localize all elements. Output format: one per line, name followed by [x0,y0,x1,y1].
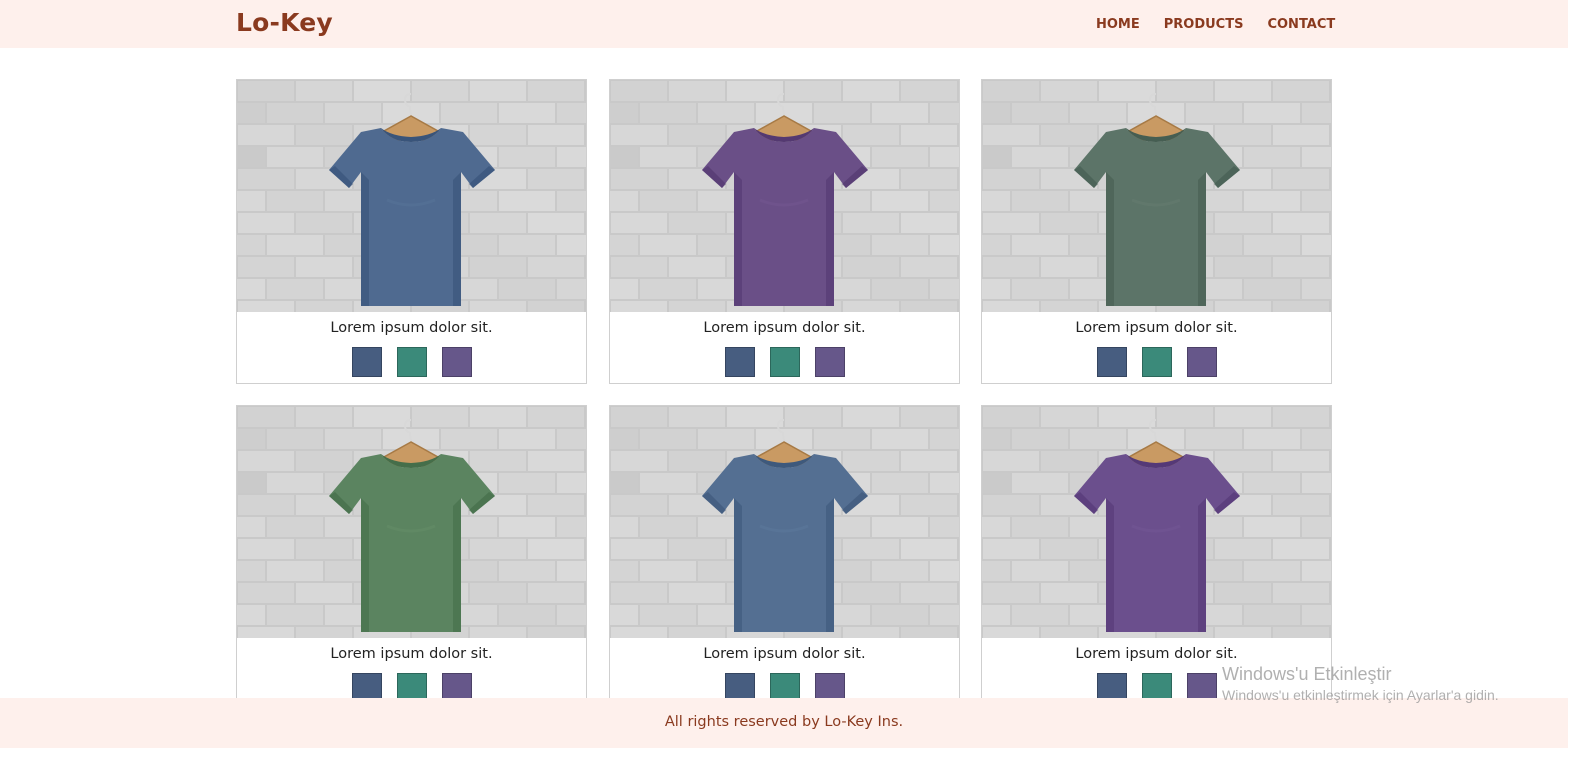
product-title: Lorem ipsum dolor sit. [1075,320,1238,336]
swatch-purple[interactable] [814,347,845,377]
product-image[interactable] [982,80,1331,312]
product-card[interactable]: Lorem ipsum dolor sit. [981,79,1332,384]
product-card[interactable]: Lorem ipsum dolor sit. [609,79,960,384]
product-card[interactable]: Lorem ipsum dolor sit. [236,79,587,384]
swatch-teal[interactable] [769,347,800,377]
swatch-teal[interactable] [1141,347,1172,377]
product-title: Lorem ipsum dolor sit. [330,646,493,662]
color-swatches [610,347,959,377]
color-swatches [982,347,1331,377]
main-nav: HOME PRODUCTS CONTACT [1096,17,1359,32]
nav-contact[interactable]: CONTACT [1267,17,1335,32]
nav-products[interactable]: PRODUCTS [1164,17,1244,32]
swatch-purple[interactable] [441,347,472,377]
product-title: Lorem ipsum dolor sit. [330,320,493,336]
tshirt-image [982,80,1331,312]
page-margin [1568,0,1586,757]
product-image[interactable] [610,80,959,312]
page-margin [0,748,1586,757]
swatch-purple[interactable] [1186,347,1217,377]
color-swatches [237,347,586,377]
swatch-blue[interactable] [351,347,382,377]
product-card[interactable]: Lorem ipsum dolor sit. [981,405,1332,710]
tshirt-image [982,406,1331,638]
site-header: Lo-Key HOME PRODUCTS CONTACT [0,0,1568,48]
product-card[interactable]: Lorem ipsum dolor sit. [236,405,587,710]
product-card[interactable]: Lorem ipsum dolor sit. [609,405,960,710]
product-title: Lorem ipsum dolor sit. [703,646,866,662]
product-image[interactable] [982,406,1331,638]
nav-home[interactable]: HOME [1096,17,1140,32]
site-footer: All rights reserved by Lo-Key Ins. [0,698,1568,748]
product-image[interactable] [237,80,586,312]
tshirt-image [610,406,959,638]
product-image[interactable] [610,406,959,638]
swatch-blue[interactable] [724,347,755,377]
product-title: Lorem ipsum dolor sit. [1075,646,1238,662]
tshirt-image [237,80,586,312]
product-title: Lorem ipsum dolor sit. [703,320,866,336]
swatch-blue[interactable] [1096,347,1127,377]
product-image[interactable] [237,406,586,638]
footer-copyright: All rights reserved by Lo-Key Ins. [664,714,904,730]
swatch-teal[interactable] [396,347,427,377]
tshirt-image [237,406,586,638]
tshirt-image [610,80,959,312]
brand-logo[interactable]: Lo-Key [236,8,333,37]
